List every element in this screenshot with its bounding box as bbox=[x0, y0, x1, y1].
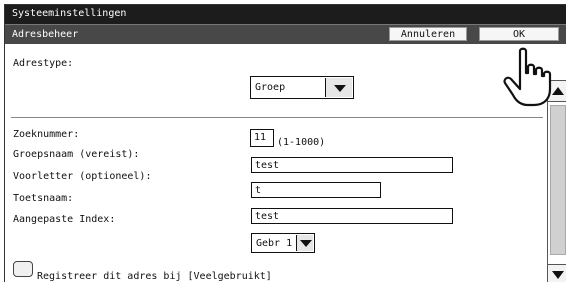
address-type-label: Adrestype: bbox=[13, 58, 74, 69]
custom-index-dropdown-button[interactable] bbox=[296, 235, 313, 251]
address-type-select[interactable]: Groep bbox=[250, 76, 354, 99]
custom-index-select[interactable]: Gebr 1 bbox=[251, 233, 315, 253]
hand-pointer-icon bbox=[503, 47, 552, 107]
scroll-down-button[interactable] bbox=[548, 264, 566, 282]
search-number-input[interactable]: 11 bbox=[250, 129, 274, 147]
search-number-label: Zoeknummer: bbox=[13, 129, 80, 140]
vertical-scrollbar[interactable] bbox=[547, 80, 566, 282]
key-name-input[interactable]: test bbox=[251, 208, 453, 224]
triangle-down-icon bbox=[300, 240, 312, 247]
register-frequent-checkbox[interactable] bbox=[13, 261, 33, 277]
register-frequent-label: Registreer dit adres bij [Veelgebruikt] bbox=[37, 271, 272, 282]
triangle-down-icon bbox=[552, 271, 564, 279]
group-name-input[interactable]: test bbox=[251, 157, 453, 173]
cancel-button[interactable]: Annuleren bbox=[389, 27, 467, 41]
address-type-dropdown-button[interactable] bbox=[325, 78, 352, 97]
divider bbox=[11, 117, 543, 118]
triangle-down-icon bbox=[334, 85, 346, 92]
initial-label: Voorletter (optioneel): bbox=[13, 171, 152, 182]
initial-input[interactable]: t bbox=[251, 182, 381, 198]
ok-button[interactable]: OK bbox=[479, 27, 559, 41]
group-name-label: Groepsnaam (vereist): bbox=[13, 149, 140, 160]
key-name-label: Toetsnaam: bbox=[13, 193, 74, 204]
section-title: Adresbeheer bbox=[12, 29, 79, 40]
address-type-value: Groep bbox=[255, 82, 286, 93]
custom-index-value: Gebr 1 bbox=[256, 238, 293, 249]
settings-window: Systeeminstellingen Adresbeheer Annulere… bbox=[4, 4, 566, 282]
search-number-range: (1-1000) bbox=[277, 137, 326, 148]
scrollbar-thumb[interactable] bbox=[550, 105, 566, 255]
custom-index-label: Aangepaste Index: bbox=[13, 214, 116, 225]
window-title: Systeeminstellingen bbox=[5, 5, 566, 24]
